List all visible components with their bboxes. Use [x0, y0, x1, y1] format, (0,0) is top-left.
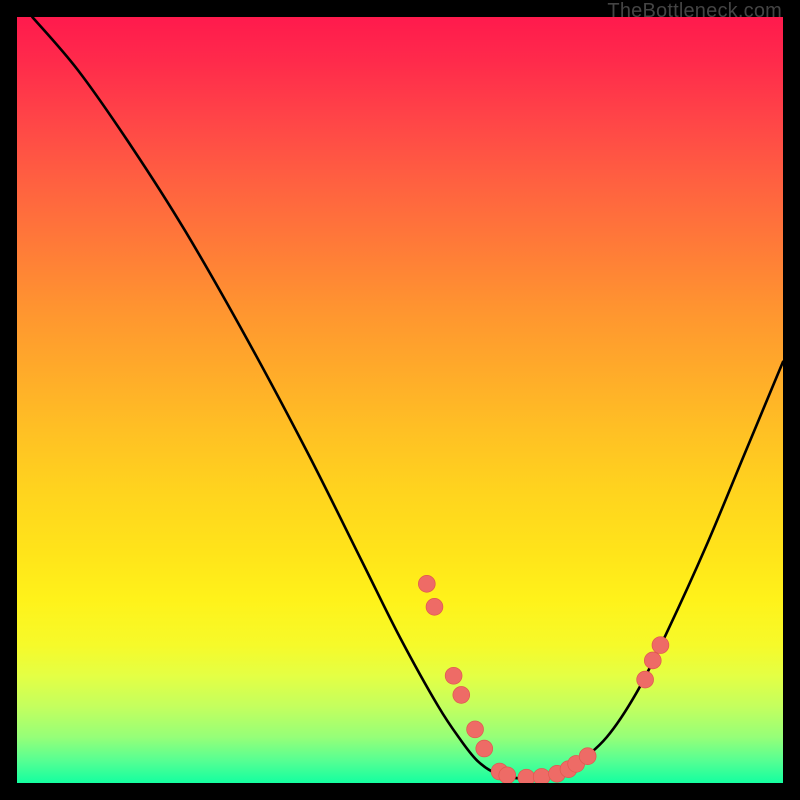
curve-marker — [453, 686, 470, 703]
curve-marker — [518, 769, 535, 783]
chart-plot-area — [17, 17, 783, 783]
curve-marker — [652, 637, 669, 654]
curve-marker — [418, 575, 435, 592]
bottleneck-curve — [32, 17, 783, 778]
curve-marker — [644, 652, 661, 669]
curve-marker — [426, 598, 443, 615]
curve-marker — [445, 667, 462, 684]
curve-marker — [491, 763, 508, 780]
curve-marker — [568, 755, 585, 772]
chart-svg — [17, 17, 783, 783]
curve-marker — [549, 765, 566, 782]
curve-marker — [533, 768, 550, 783]
curve-markers — [418, 575, 668, 783]
curve-marker — [637, 671, 654, 688]
attribution-label: TheBottleneck.com — [607, 0, 782, 23]
curve-marker — [476, 740, 493, 757]
curve-marker — [560, 761, 577, 778]
curve-marker — [467, 721, 484, 738]
curve-marker — [499, 767, 516, 783]
curve-marker — [579, 748, 596, 765]
